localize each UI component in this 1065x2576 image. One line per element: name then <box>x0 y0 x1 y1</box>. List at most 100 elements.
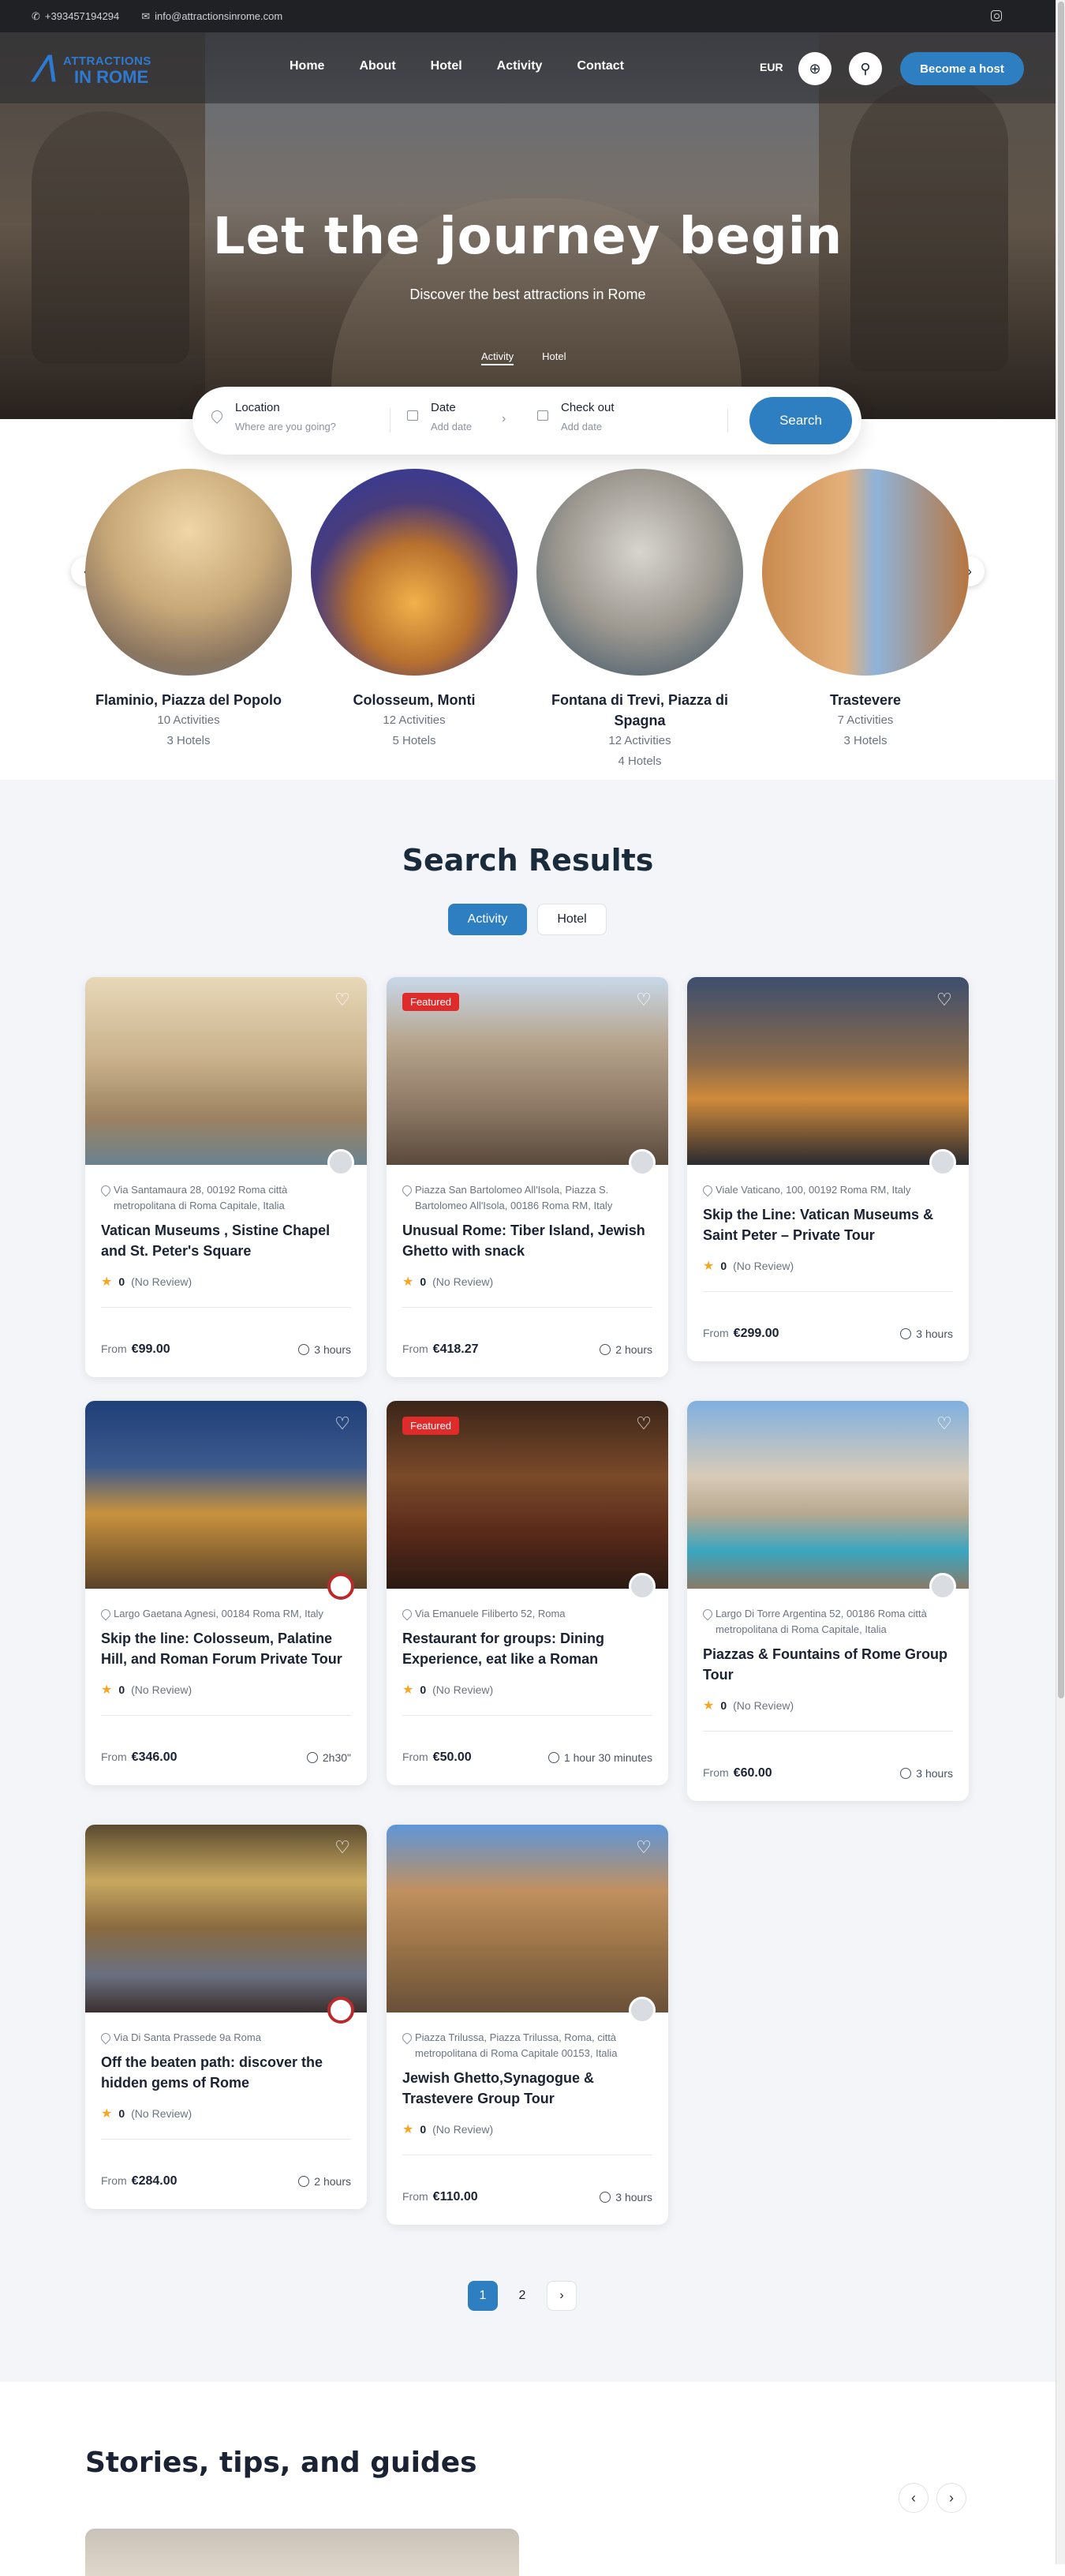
stories-section: Stories, tips, and guides ‹ › <box>0 2382 1056 2576</box>
price-value: €346.00 <box>131 1750 178 1764</box>
destination-hotels: 3 Hotels <box>166 734 211 747</box>
destination-card[interactable]: Trastevere 7 Activities 3 Hotels <box>762 469 969 751</box>
rating-value: 0 <box>118 1683 125 1696</box>
heart-icon[interactable]: ♡ <box>331 988 354 1012</box>
activity-price: From €50.00 <box>402 1750 472 1765</box>
activity-address: Largo Gaetana Agnesi, 00184 Roma RM, Ita… <box>101 1606 351 1622</box>
destination-hotels: 4 Hotels <box>618 754 662 768</box>
activity-title[interactable]: Off the beaten path: discover the hidden… <box>101 2052 351 2093</box>
activity-image: ♡ <box>687 1401 969 1600</box>
activity-image: ♡ <box>387 1825 668 2024</box>
checkout-input[interactable]: Add date <box>561 421 615 432</box>
activity-card[interactable]: ♡ Via Di Santa Prassede 9a Roma Off the … <box>85 1825 367 2209</box>
author-avatar[interactable] <box>327 1149 354 1176</box>
activity-card[interactable]: ♡ Viale Vaticano, 100, 00192 Roma RM, It… <box>687 977 969 1361</box>
clock-icon <box>547 1752 559 1763</box>
author-avatar[interactable] <box>929 1573 956 1600</box>
activity-price: From €60.00 <box>703 1766 772 1780</box>
activity-image: ♡ <box>85 1401 367 1600</box>
search-button[interactable]: Search <box>749 397 852 444</box>
site-logo[interactable]: ⋀ ATTRACTIONS IN ROME <box>33 50 175 89</box>
nav-contact[interactable]: Contact <box>577 59 624 73</box>
date-label: Date <box>431 401 456 414</box>
phone-contact[interactable]: ✆ +393457194294 <box>32 10 119 23</box>
destination-card[interactable]: Flaminio, Piazza del Popolo 10 Activitie… <box>85 469 292 751</box>
destination-card[interactable]: Colosseum, Monti 12 Activities 5 Hotels <box>311 469 518 751</box>
currency-selector[interactable]: EUR <box>760 61 783 73</box>
activity-title[interactable]: Skip the Line: Vatican Museums & Saint P… <box>703 1204 953 1245</box>
next-page-button[interactable]: › <box>547 2281 577 2311</box>
results-tab-hotel[interactable]: Hotel <box>537 904 607 935</box>
hero-tabs: Activity Hotel <box>481 350 566 365</box>
heart-icon[interactable]: ♡ <box>331 1836 354 1859</box>
activity-rating: ★ 0 (No Review) <box>703 1258 953 1292</box>
heart-icon[interactable]: ♡ <box>632 1836 656 1859</box>
activity-title[interactable]: Unusual Rome: Tiber Island, Jewish Ghett… <box>402 1220 652 1261</box>
instagram-icon[interactable] <box>991 10 1002 21</box>
location-field[interactable]: Location Where are you going? <box>209 401 336 432</box>
heart-icon[interactable]: ♡ <box>331 1412 354 1436</box>
location-input[interactable]: Where are you going? <box>235 421 336 432</box>
from-label: From <box>101 1750 127 1763</box>
heart-icon[interactable]: ♡ <box>632 1412 656 1436</box>
author-avatar[interactable] <box>929 1149 956 1176</box>
clock-icon <box>600 2192 611 2203</box>
price-value: €60.00 <box>733 1766 772 1780</box>
email-contact[interactable]: ✉ info@attractionsinrome.com <box>141 10 282 23</box>
nav-home[interactable]: Home <box>290 59 324 73</box>
hero-tab-activity[interactable]: Activity <box>481 350 514 365</box>
checkout-field[interactable]: Check out Add date <box>537 401 615 432</box>
phone-number: +393457194294 <box>44 10 120 22</box>
author-avatar[interactable] <box>629 1997 656 2024</box>
featured-badge: Featured <box>402 1417 460 1435</box>
cart-button[interactable]: ⊕ <box>798 52 831 85</box>
page-2-button[interactable]: 2 <box>507 2281 537 2311</box>
destination-activities: 7 Activities <box>837 713 894 727</box>
results-tab-activity[interactable]: Activity <box>448 904 527 935</box>
destination-card[interactable]: Fontana di Trevi, Piazza di Spagna 12 Ac… <box>536 469 743 772</box>
activity-card[interactable]: ♡ Via Santamaura 28, 00192 Roma città me… <box>85 977 367 1377</box>
activity-title[interactable]: Skip the line: Colosseum, Palatine Hill,… <box>101 1628 351 1669</box>
activity-duration: 2h30" <box>306 1751 351 1764</box>
nav-activity[interactable]: Activity <box>497 59 543 73</box>
star-icon: ★ <box>101 1275 113 1289</box>
stories-prev-button[interactable]: ‹ <box>899 2483 929 2513</box>
author-avatar[interactable] <box>629 1149 656 1176</box>
activity-duration: 3 hours <box>298 1343 351 1356</box>
price-value: €99.00 <box>131 1342 170 1356</box>
author-avatar[interactable] <box>327 1997 354 2024</box>
activity-card[interactable]: ♡ Largo Gaetana Agnesi, 00184 Roma RM, I… <box>85 1401 367 1785</box>
activity-title[interactable]: Restaurant for groups: Dining Experience… <box>402 1628 652 1669</box>
author-avatar[interactable] <box>327 1573 354 1600</box>
nav-hotel[interactable]: Hotel <box>431 59 462 73</box>
heart-icon[interactable]: ♡ <box>932 988 956 1012</box>
activity-title[interactable]: Piazzas & Fountains of Rome Group Tour <box>703 1644 953 1685</box>
page-scrollbar[interactable] <box>1056 0 1065 2564</box>
activity-card[interactable]: ♡ Piazza Trilussa, Piazza Trilussa, Roma… <box>387 1825 668 2225</box>
date-input[interactable]: Add date <box>431 421 472 432</box>
become-host-button[interactable]: Become a host <box>900 52 1024 85</box>
nav-about[interactable]: About <box>359 59 395 73</box>
stories-next-button[interactable]: › <box>936 2483 966 2513</box>
activity-title[interactable]: Vatican Museums , Sistine Chapel and St.… <box>101 1220 351 1261</box>
story-image[interactable] <box>85 2529 519 2576</box>
author-avatar[interactable] <box>629 1573 656 1600</box>
destination-image <box>85 469 292 676</box>
results-title: Search Results <box>402 843 654 878</box>
account-button[interactable]: ⚲ <box>849 52 882 85</box>
activity-card[interactable]: Featured ♡ Via Emanuele Filiberto 52, Ro… <box>387 1401 668 1785</box>
activity-card[interactable]: Featured ♡ Piazza San Bartolomeo All'Iso… <box>387 977 668 1377</box>
heart-icon[interactable]: ♡ <box>932 1412 956 1436</box>
review-count: (No Review) <box>131 2107 192 2120</box>
price-value: €284.00 <box>131 2174 178 2188</box>
hero-title: Let the journey begin <box>212 208 843 266</box>
page-1-button[interactable]: 1 <box>468 2281 498 2311</box>
activity-title[interactable]: Jewish Ghetto,Synagogue & Trastevere Gro… <box>402 2068 652 2109</box>
date-field[interactable]: Date Add date <box>407 401 472 432</box>
activity-card[interactable]: ♡ Largo Di Torre Argentina 52, 00186 Rom… <box>687 1401 969 1801</box>
destination-name: Colosseum, Monti <box>353 692 476 708</box>
hero-tab-hotel[interactable]: Hotel <box>542 350 566 365</box>
heart-icon[interactable]: ♡ <box>632 988 656 1012</box>
activity-image: ♡ <box>85 1825 367 2024</box>
scrollbar-thumb[interactable] <box>1058 2 1064 1698</box>
